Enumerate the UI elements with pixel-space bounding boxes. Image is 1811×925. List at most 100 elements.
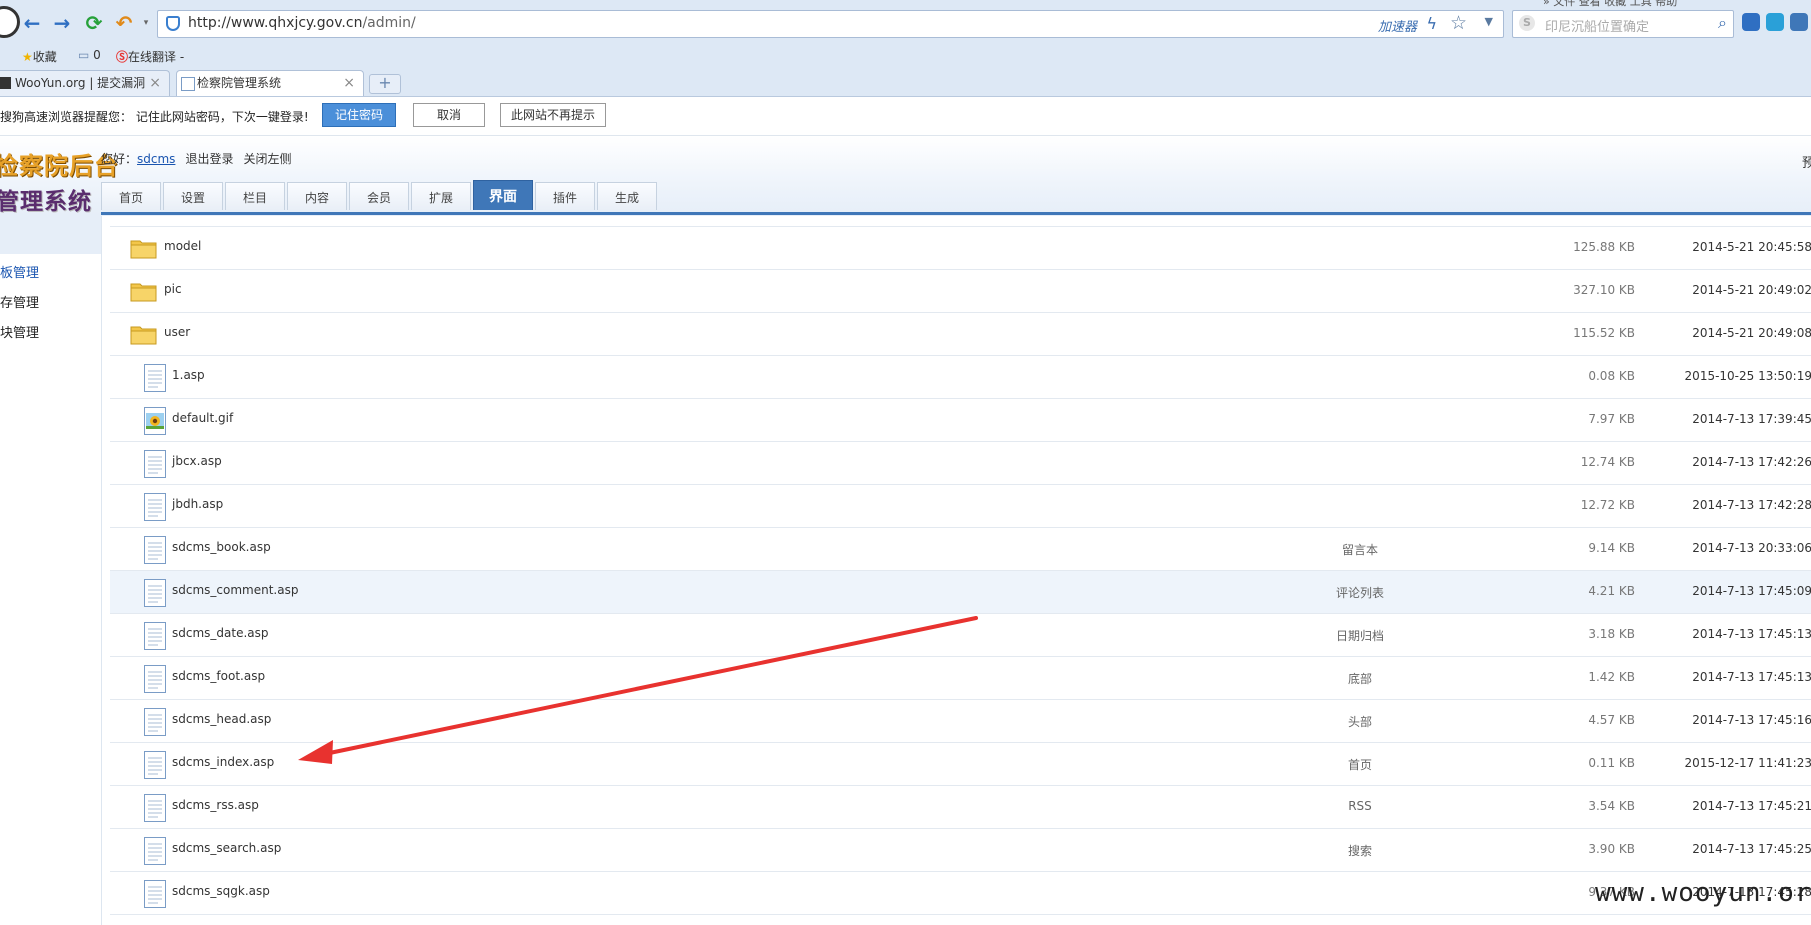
file-name[interactable]: pic (164, 282, 182, 296)
table-row[interactable]: sdcms_index.asp 首页 0.11 KB 2015-12-17 11:41… (110, 743, 1811, 786)
sogou-icon: Ⓢ (116, 50, 129, 64)
file-name[interactable]: sdcms_sqgk.asp (172, 884, 270, 898)
close-tab-icon[interactable]: × (343, 71, 355, 95)
new-tab-button[interactable]: + (369, 74, 401, 94)
menu-extension-icon[interactable] (1790, 13, 1808, 31)
tab-admin[interactable]: 检察院管理系统 × (176, 70, 364, 96)
file-description: 评论列表 (1335, 586, 1384, 600)
address-url[interactable]: http://www.qhxjcy.gov.cn/admin/ (188, 15, 416, 31)
bookmark-folder[interactable]: ▭ 0 (78, 48, 101, 62)
file-name[interactable]: sdcms_search.asp (172, 841, 281, 855)
table-row[interactable]: jbdh.asp 12.72 KB 2014-7-13 17:42:28 (110, 485, 1811, 528)
table-row[interactable]: sdcms_comment.asp 评论列表 4.21 KB 2014-7-13 17… (110, 571, 1811, 614)
file-name[interactable]: user (164, 325, 190, 339)
nav-tab-content[interactable]: 内容 (287, 182, 347, 210)
table-row[interactable]: sdcms_date.asp 日期归档 3.18 KB 2014-7-13 17:45… (110, 614, 1811, 657)
file-name[interactable]: sdcms_head.asp (172, 712, 271, 726)
file-description: RSS (1348, 799, 1372, 813)
table-row[interactable]: 1.asp 0.08 KB 2015-10-25 13:50:19 (110, 356, 1811, 399)
file-name[interactable]: sdcms_index.asp (172, 755, 274, 769)
sidebar-item-templates[interactable]: 模板管理 (0, 262, 88, 281)
back-arrow-icon[interactable]: ← (20, 11, 44, 35)
undo-icon[interactable]: ↶ (112, 11, 136, 35)
document-icon (144, 751, 166, 779)
table-row[interactable]: sdcms_book.asp 留言本 9.14 KB 2014-7-13 20:33:… (110, 528, 1811, 571)
table-row[interactable]: model 125.88 KB 2014-5-21 20:45:58 (110, 227, 1811, 270)
close-tab-icon[interactable]: × (149, 71, 161, 95)
nav-tab-columns[interactable]: 栏目 (225, 182, 285, 210)
shield-extension-icon[interactable] (1742, 13, 1760, 31)
header-right-text[interactable]: 预 (1802, 152, 1811, 171)
file-date: 2014-7-13 17:45:25 (1692, 842, 1811, 856)
logout-link[interactable]: 退出登录 (185, 152, 233, 166)
never-for-site-button[interactable]: 此网站不再提示 (500, 103, 606, 127)
file-name[interactable]: default.gif (172, 411, 233, 425)
file-name[interactable]: sdcms_foot.asp (172, 669, 265, 683)
browser-extension-icon[interactable] (1766, 13, 1784, 31)
file-size: 9.14 KB (1588, 541, 1635, 555)
cancel-button[interactable]: 取消 (413, 103, 485, 127)
file-description: 头部 (1347, 715, 1372, 729)
undo-dropdown-icon[interactable]: ▾ (134, 11, 158, 35)
file-name[interactable]: sdcms_comment.asp (172, 583, 298, 597)
nav-tab-plugins[interactable]: 插件 (535, 182, 595, 210)
bookmark-translate[interactable]: Ⓢ在线翻译 - (116, 48, 184, 65)
sidebar-item-cache[interactable]: 缓存管理 (0, 292, 88, 311)
folder-icon (130, 326, 157, 345)
refresh-icon[interactable]: ⟳ (82, 11, 106, 35)
remember-password-button[interactable]: 记住密码 (322, 103, 396, 127)
file-description: 底部 (1347, 672, 1372, 686)
table-row[interactable]: user 115.52 KB 2014-5-21 20:49:08 (110, 313, 1811, 356)
file-name[interactable]: 1.asp (172, 368, 205, 382)
file-name[interactable]: sdcms_book.asp (172, 540, 271, 554)
file-date: 2014-7-13 17:45:13 (1692, 627, 1811, 641)
file-name[interactable]: jbcx.asp (172, 454, 222, 468)
address-dropdown-icon[interactable]: ▼ (1485, 15, 1493, 28)
table-row[interactable]: jbcx.asp 12.74 KB 2014-7-13 17:42:26 (110, 442, 1811, 485)
nav-tab-home[interactable]: 首页 (101, 182, 161, 210)
nav-tab-interface[interactable]: 界面 (473, 180, 533, 210)
file-name[interactable]: sdcms_date.asp (172, 626, 269, 640)
table-row[interactable]: sdcms_head.asp 头部 4.57 KB 2014-7-13 17:45:1… (110, 700, 1811, 743)
nav-tab-generate[interactable]: 生成 (597, 182, 657, 210)
username-link[interactable]: sdcms (137, 152, 175, 166)
nav-tab-extensions[interactable]: 扩展 (411, 182, 471, 210)
menu-bar[interactable]: » 文件 查看 收藏 工具 帮助 (1543, 0, 1677, 9)
lightning-icon[interactable]: ϟ (1426, 14, 1437, 33)
file-date: 2014-7-13 17:45:16 (1692, 713, 1811, 727)
nav-tab-members[interactable]: 会员 (349, 182, 409, 210)
file-date: 2014-7-13 17:45:09 (1692, 584, 1811, 598)
file-size: 125.88 KB (1573, 240, 1635, 254)
table-row[interactable]: sdcms_sqgk.asp 9.37 KB 2014-7-13 17:45:28 (110, 872, 1811, 915)
search-placeholder[interactable]: 印尼沉船位置确定 (1545, 16, 1649, 35)
close-left-link[interactable]: 关闭左侧 (243, 152, 291, 166)
file-name[interactable]: jbdh.asp (172, 497, 223, 511)
table-row[interactable]: sdcms_search.asp 搜索 3.90 KB 2014-7-13 17:45… (110, 829, 1811, 872)
file-size: 4.21 KB (1588, 584, 1635, 598)
accelerator-label[interactable]: 加速器 (1378, 16, 1417, 35)
security-shield-icon (166, 16, 180, 31)
file-size: 7.97 KB (1588, 412, 1635, 426)
table-row[interactable] (110, 216, 1811, 227)
nav-tab-settings[interactable]: 设置 (163, 182, 223, 210)
table-row[interactable]: pic 327.10 KB 2014-5-21 20:49:02 (110, 270, 1811, 313)
tab-wooyun[interactable]: WooYun.org | 提交漏洞 × (0, 70, 170, 96)
table-row[interactable]: default.gif 7.97 KB 2014-7-13 17:39:45 (110, 399, 1811, 442)
address-bar[interactable]: http://www.qhxjcy.gov.cn/admin/ 加速器 ϟ ☆ … (157, 10, 1504, 38)
file-name[interactable]: sdcms_rss.asp (172, 798, 259, 812)
bookmark-star-icon[interactable]: ☆ (1450, 12, 1467, 34)
search-icon[interactable]: ⌕ (1718, 13, 1727, 33)
sidebar-item-blocks[interactable]: 区块管理 (0, 322, 88, 341)
table-row[interactable]: sdcms_rss.asp RSS 3.54 KB 2014-7-13 17:45:2… (110, 786, 1811, 829)
file-size: 0.11 KB (1588, 756, 1635, 770)
bookmark-favorites[interactable]: ★收藏 (22, 48, 57, 65)
table-row[interactable]: sdcms_foot.asp 底部 1.42 KB 2014-7-13 17:45:1… (110, 657, 1811, 700)
file-size: 3.54 KB (1588, 799, 1635, 813)
file-name[interactable]: model (164, 239, 201, 253)
forward-arrow-icon[interactable]: → (50, 11, 74, 35)
search-box[interactable]: S 印尼沉船位置确定 ⌕ (1512, 10, 1734, 38)
file-size: 0.08 KB (1588, 369, 1635, 383)
notification-message: 搜狗高速浏览器提醒您： 记住此网站密码，下次一键登录! (0, 110, 309, 124)
document-icon (144, 665, 166, 693)
file-date: 2014-5-21 20:45:58 (1692, 240, 1811, 254)
